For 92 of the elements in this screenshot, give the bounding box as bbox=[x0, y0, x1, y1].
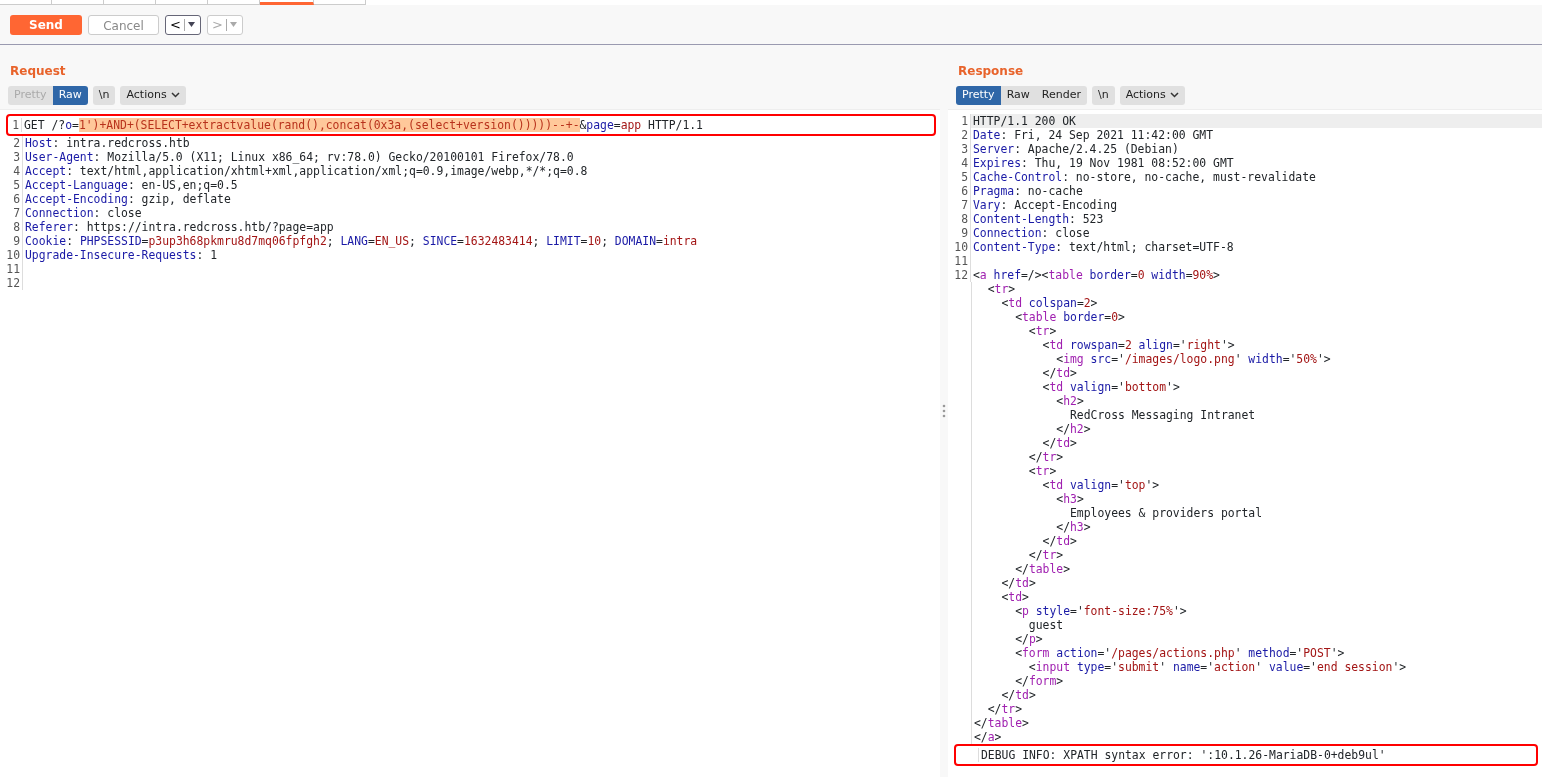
code-line: <tr> bbox=[986, 281, 1017, 296]
line-number: 5 bbox=[1, 177, 23, 192]
code-line: Host: intra.redcross.htb bbox=[24, 135, 191, 150]
line-number: 9 bbox=[949, 225, 971, 240]
code-line: Server: Apache/2.4.25 (Debian) bbox=[972, 141, 1180, 156]
line-number: 2 bbox=[1, 135, 23, 150]
caret-icon bbox=[229, 22, 237, 27]
caret-icon bbox=[187, 22, 195, 27]
code-line: </td> bbox=[1041, 365, 1077, 380]
code-line: Cache-Control: no-store, no-cache, must-revalidate bbox=[972, 169, 1317, 184]
line-number: 10 bbox=[1, 247, 23, 262]
code-line: Cookie: PHPSESSID=p3up3h68pkmru8d7mq06fpfgh2; LANG=EN_US; SINCE=1632483414; LIMIT=10; DOMAIN=intra bbox=[24, 233, 699, 248]
code-line: <td rowspan=2 align='right'> bbox=[1041, 337, 1236, 352]
line-number: 9 bbox=[1, 233, 23, 248]
code-line: RedCross Messaging Intranet bbox=[1069, 407, 1257, 422]
code-line: </tr> bbox=[1027, 449, 1065, 464]
code-line: User-Agent: Mozilla/5.0 (X11; Linux x86_64; rv:78.0) Gecko/20100101 Firefox/78.0 bbox=[24, 149, 575, 164]
code-line: <input type='submit' name='action' value='end session'> bbox=[1027, 659, 1408, 674]
code-line: <td valign='top'> bbox=[1041, 477, 1161, 492]
code-line: </h3> bbox=[1055, 519, 1091, 534]
line-number: 5 bbox=[949, 169, 971, 184]
panel-title: Request bbox=[9, 63, 67, 80]
code-line: <td> bbox=[1000, 589, 1030, 604]
code-line: </a> bbox=[973, 729, 1003, 744]
code-line: <tr> bbox=[1027, 323, 1058, 338]
code-line: Connection: close bbox=[24, 205, 142, 220]
line-number: 8 bbox=[1, 219, 23, 234]
line-number: 4 bbox=[949, 155, 971, 170]
code-line: Content-Length: 523 bbox=[972, 211, 1104, 226]
actions-dropdown[interactable]: Actions bbox=[1119, 86, 1185, 105]
code-line: Accept-Language: en-US,en;q=0.5 bbox=[24, 177, 238, 192]
code-line: Upgrade-Insecure-Requests: 1 bbox=[24, 247, 218, 262]
code-line: Referer: https://intra.redcross.htb/?page=app bbox=[24, 219, 335, 234]
back-button[interactable]: < bbox=[165, 14, 201, 35]
newline-toggle-button[interactable]: \n bbox=[1091, 86, 1115, 105]
line-number: 7 bbox=[949, 197, 971, 212]
code-line: Employees & providers portal bbox=[1069, 505, 1264, 520]
line-number: 3 bbox=[1, 149, 23, 164]
drag-handle-icon[interactable] bbox=[942, 404, 946, 418]
code-line: Expires: Thu, 19 Nov 1981 08:52:00 GMT bbox=[972, 155, 1235, 170]
code-line: <td colspan=2> bbox=[1000, 295, 1099, 310]
view-tab[interactable]: Pretty bbox=[956, 86, 1001, 105]
code-line: <td valign='bottom'> bbox=[1041, 379, 1181, 394]
code-line: </p> bbox=[1014, 631, 1043, 646]
code-line: Connection: close bbox=[972, 225, 1091, 240]
code-line: guest bbox=[1028, 617, 1064, 632]
code-line: </td> bbox=[1000, 575, 1037, 590]
panel-title: Response bbox=[957, 63, 1025, 80]
code-line: Content-Type: text/html; charset=UTF-8 bbox=[972, 239, 1235, 254]
view-tab[interactable]: Render bbox=[1035, 86, 1087, 105]
line-number: 10 bbox=[949, 239, 971, 254]
line-number: 2 bbox=[949, 127, 971, 142]
line-number: 6 bbox=[1, 191, 23, 206]
code-line: <a href=/><table border=0 width=90%> bbox=[972, 267, 1221, 282]
code-line: DEBUG INFO: XPATH syntax error: ':10.1.26-MariaDB-0+deb9ul' bbox=[980, 747, 1387, 762]
code-line: </tr> bbox=[986, 701, 1023, 716]
code-line: <table border=0> bbox=[1014, 309, 1126, 324]
chevron-down-icon bbox=[1169, 92, 1179, 99]
code-line: <p style='font-size:75%'> bbox=[1014, 603, 1188, 618]
code-line: <h3> bbox=[1055, 491, 1084, 506]
line-number: 11 bbox=[949, 253, 971, 268]
code-line: Vary: Accept-Encoding bbox=[972, 197, 1119, 212]
code-line: <form action='/pages/actions.php' method='POST'> bbox=[1014, 645, 1346, 660]
line-number: 3 bbox=[949, 141, 971, 156]
code-line: </form> bbox=[1014, 673, 1064, 688]
line-number: 11 bbox=[1, 261, 23, 276]
code-line: </tr> bbox=[1027, 547, 1065, 562]
code-line: Pragma: no-cache bbox=[972, 183, 1084, 198]
code-line: Date: Fri, 24 Sep 2021 11:42:00 GMT bbox=[972, 127, 1215, 142]
code-line: </td> bbox=[1000, 687, 1037, 702]
code-line: </table> bbox=[973, 715, 1030, 730]
view-tab[interactable]: Raw bbox=[52, 86, 88, 105]
chevron-down-icon bbox=[170, 92, 180, 99]
code-line: Accept: text/html,application/xhtml+xml,application/xml;q=0.9,image/webp,*/*;q=0.8 bbox=[24, 163, 589, 178]
code-line: Accept-Encoding: gzip, deflate bbox=[24, 191, 231, 206]
line-number: 12 bbox=[949, 267, 971, 282]
line-number: 8 bbox=[949, 211, 971, 226]
code-line: <h2> bbox=[1055, 393, 1084, 408]
line-number: 12 bbox=[1, 275, 23, 290]
code-line: <img src='/images/logo.png' width='50%'> bbox=[1055, 351, 1332, 366]
line-number: 6 bbox=[949, 183, 971, 198]
code-line: </h2> bbox=[1055, 421, 1092, 436]
line-number: 7 bbox=[1, 205, 23, 220]
view-tab[interactable]: Raw bbox=[1000, 86, 1036, 105]
code-line: <tr> bbox=[1027, 463, 1058, 478]
actions-dropdown[interactable]: Actions bbox=[120, 86, 186, 105]
code-line: </td> bbox=[1041, 533, 1078, 548]
newline-toggle-button[interactable]: \n bbox=[92, 86, 116, 105]
code-line: </table> bbox=[1014, 561, 1072, 576]
line-number: 1 bbox=[8, 117, 22, 132]
code-line: </td> bbox=[1041, 435, 1078, 450]
line-number: 4 bbox=[1, 163, 23, 178]
